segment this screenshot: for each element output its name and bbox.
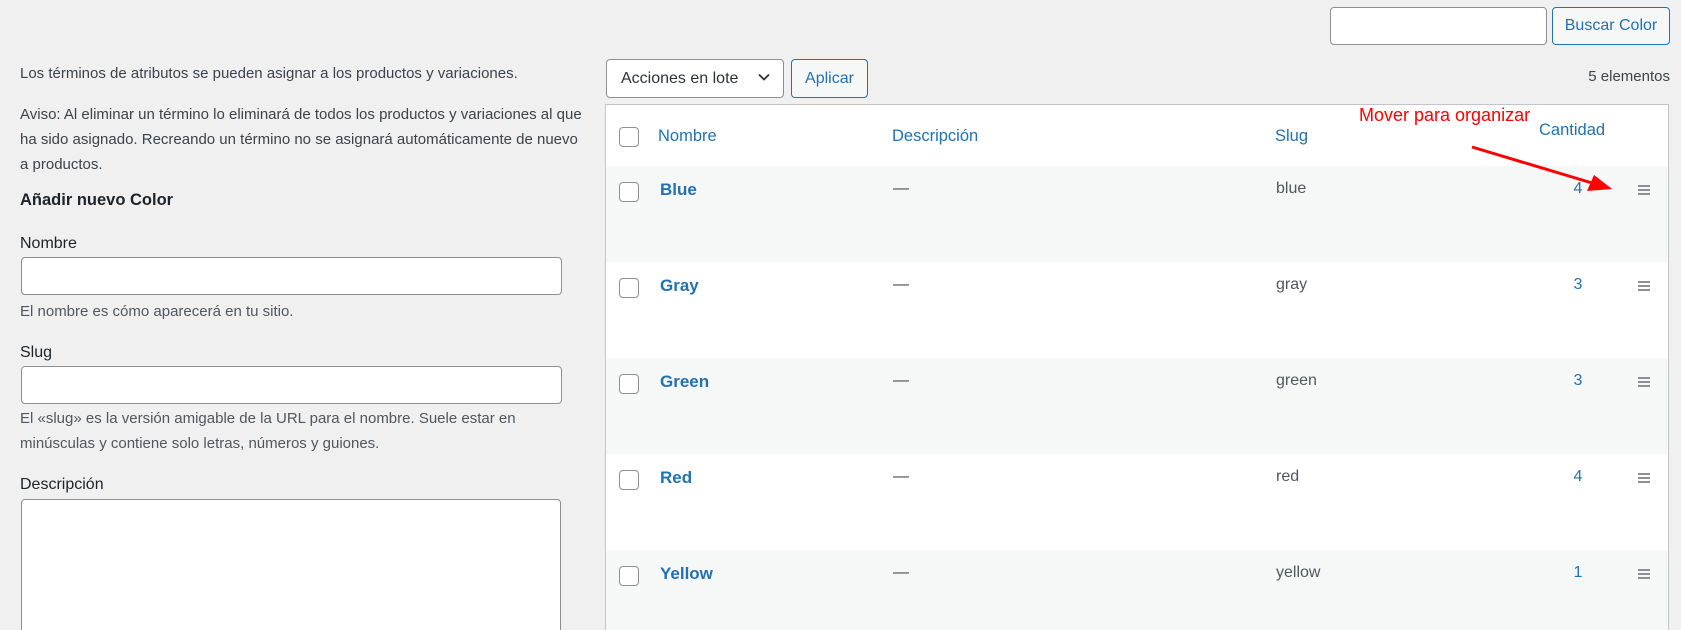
table-row: Gray — gray 3	[606, 262, 1668, 358]
form-heading: Añadir nuevo Color	[20, 191, 174, 209]
term-description: —	[893, 468, 909, 485]
row-checkbox[interactable]	[619, 566, 639, 586]
drag-handle-icon[interactable]	[1638, 377, 1650, 387]
name-label: Nombre	[20, 235, 77, 252]
column-count-header[interactable]: Cantidad	[1539, 121, 1605, 140]
term-slug: gray	[1276, 276, 1308, 293]
column-name-header[interactable]: Nombre	[658, 127, 717, 146]
table-row: Blue — blue 4	[606, 166, 1668, 262]
name-field[interactable]	[21, 257, 562, 295]
items-count: 5 elementos	[1588, 68, 1670, 85]
intro-text: Los términos de atributos se pueden asig…	[20, 65, 518, 82]
term-description: —	[893, 372, 909, 389]
column-description-header[interactable]: Descripción	[892, 127, 978, 146]
term-slug: red	[1276, 468, 1300, 485]
name-hint: El nombre es cómo aparecerá en tu sitio.	[20, 303, 294, 320]
term-count-link[interactable]: 4	[1571, 180, 1585, 198]
row-checkbox[interactable]	[619, 182, 639, 202]
slug-field[interactable]	[21, 366, 562, 404]
row-checkbox[interactable]	[619, 470, 639, 490]
term-count-link[interactable]: 4	[1571, 468, 1585, 486]
bulk-actions-value: Acciones en lote	[621, 69, 739, 87]
term-name-link[interactable]: Yellow	[660, 564, 713, 584]
search-input[interactable]	[1330, 7, 1547, 45]
table-row: Red — red 4	[606, 454, 1668, 550]
row-checkbox[interactable]	[619, 374, 639, 394]
chevron-down-icon	[758, 73, 770, 81]
term-slug: yellow	[1276, 564, 1321, 581]
term-slug: green	[1276, 372, 1317, 389]
slug-hint: El «slug» es la versión amigable de la U…	[20, 410, 516, 452]
term-description: —	[893, 180, 909, 197]
term-count-link[interactable]: 1	[1571, 564, 1585, 582]
row-checkbox[interactable]	[619, 278, 639, 298]
terms-page: Buscar Color Los términos de atributos s…	[0, 0, 1681, 630]
term-name-link[interactable]: Red	[660, 468, 692, 488]
term-name-link[interactable]: Green	[660, 372, 709, 392]
term-description: —	[893, 276, 909, 293]
drag-handle-icon[interactable]	[1638, 473, 1650, 483]
notice-text: Aviso: Al eliminar un término lo elimina…	[20, 106, 582, 173]
slug-label: Slug	[20, 344, 53, 361]
term-slug: blue	[1276, 180, 1307, 197]
term-count-link[interactable]: 3	[1571, 276, 1585, 294]
description-field[interactable]	[21, 499, 561, 630]
bulk-actions-select[interactable]: Acciones en lote	[606, 59, 784, 98]
drag-handle-icon[interactable]	[1638, 569, 1650, 579]
drag-handle-icon[interactable]	[1638, 281, 1650, 291]
description-label: Descripción	[20, 476, 104, 493]
select-all-checkbox[interactable]	[619, 127, 639, 147]
term-description: —	[893, 564, 909, 581]
annotation-text: Mover para organizar	[1359, 105, 1531, 125]
drag-handle-icon[interactable]	[1638, 185, 1650, 195]
term-name-link[interactable]: Gray	[660, 276, 699, 296]
column-slug-header[interactable]: Slug	[1275, 127, 1308, 146]
table-row: Green — green 3	[606, 358, 1668, 454]
terms-table: Nombre Descripción Slug Cantidad Blue — …	[605, 104, 1669, 630]
search-button[interactable]: Buscar Color	[1552, 7, 1670, 45]
term-name-link[interactable]: Blue	[660, 180, 697, 200]
table-row: Yellow — yellow 1	[606, 550, 1668, 630]
term-count-link[interactable]: 3	[1571, 372, 1585, 390]
apply-button[interactable]: Aplicar	[791, 59, 868, 98]
